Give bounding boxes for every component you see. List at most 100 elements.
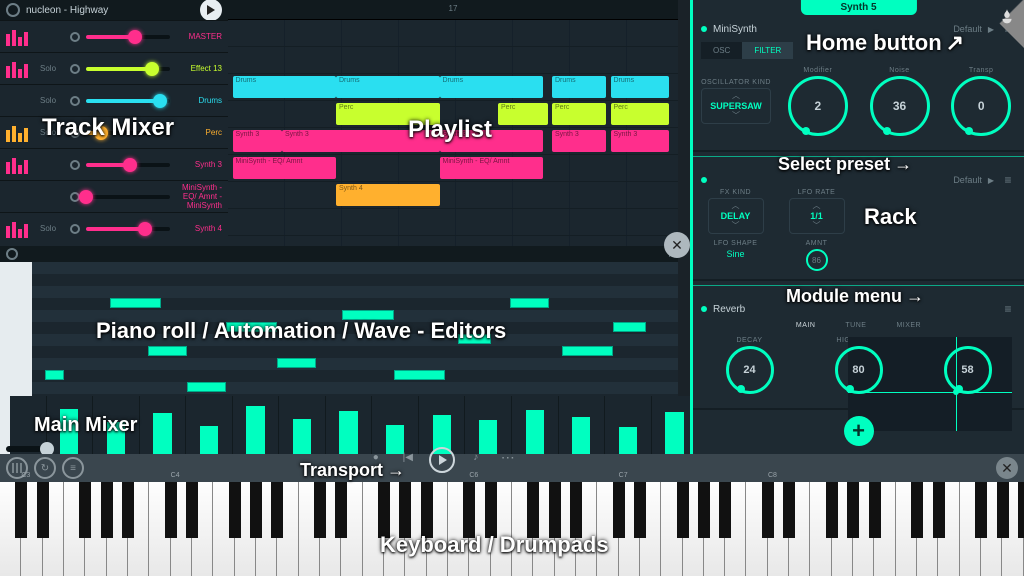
black-key[interactable]: [314, 482, 326, 538]
playlist-lane[interactable]: [228, 209, 678, 236]
midi-note[interactable]: [277, 358, 316, 368]
black-key[interactable]: [79, 482, 91, 538]
mixer-channel[interactable]: [326, 396, 373, 454]
volume-slider[interactable]: [86, 227, 170, 231]
black-key[interactable]: [634, 482, 646, 538]
midi-note[interactable]: [45, 370, 64, 380]
black-key[interactable]: [911, 482, 923, 538]
black-key[interactable]: [37, 482, 49, 538]
playlist-panel[interactable]: 17 DrumsDrumsDrumsDrumsDrumsPercPercPerc…: [228, 0, 678, 246]
black-key[interactable]: [485, 482, 497, 538]
black-key[interactable]: [378, 482, 390, 538]
midi-note[interactable]: [562, 346, 614, 356]
mixer-channel[interactable]: [465, 396, 512, 454]
black-key[interactable]: [527, 482, 539, 538]
black-key[interactable]: [570, 482, 582, 538]
chevron-down-icon[interactable]: ﹀: [813, 223, 821, 229]
playlist-lane[interactable]: [228, 182, 678, 209]
solo-button[interactable]: Solo: [40, 64, 64, 73]
playlist-clip[interactable]: Perc: [498, 103, 548, 125]
tab-filter[interactable]: FILTER: [742, 42, 793, 59]
playlist-lane[interactable]: [228, 20, 678, 47]
playlist-clip[interactable]: Drums: [233, 76, 337, 98]
transp-knob[interactable]: 0: [951, 76, 1011, 136]
midi-note[interactable]: [342, 310, 394, 320]
black-key[interactable]: [101, 482, 113, 538]
black-key[interactable]: [1018, 482, 1024, 538]
playlist-ruler[interactable]: 17: [228, 0, 678, 20]
add-module-button[interactable]: +: [844, 416, 874, 446]
rewind-button[interactable]: |◀: [397, 447, 419, 469]
playlist-clip[interactable]: Synth 3: [233, 130, 283, 152]
keyboard-panel[interactable]: C3C4C5C6C7C8: [0, 482, 1024, 576]
mixer-channel[interactable]: [279, 396, 326, 454]
black-key[interactable]: [271, 482, 283, 538]
menu-icon[interactable]: ≡: [1000, 173, 1016, 187]
black-key[interactable]: [122, 482, 134, 538]
chevron-right-icon[interactable]: ▶: [988, 176, 994, 185]
track-row[interactable]: SoloDrums: [0, 84, 228, 116]
midi-note[interactable]: [187, 382, 226, 392]
playlist-clip[interactable]: Drums: [552, 76, 606, 98]
pan-knob[interactable]: [70, 224, 80, 234]
mixer-channel[interactable]: [233, 396, 280, 454]
track-row[interactable]: SoloSynth 4: [0, 212, 228, 244]
playlist-clip[interactable]: Synth 3: [440, 130, 544, 152]
loop-icon[interactable]: ↻: [34, 457, 56, 479]
playlist-clip[interactable]: Synth 3: [552, 130, 606, 152]
midi-note[interactable]: [394, 370, 446, 380]
decay-knob[interactable]: 24: [726, 346, 774, 394]
mixer-channel[interactable]: [372, 396, 419, 454]
mixer-channel[interactable]: [186, 396, 233, 454]
black-key[interactable]: [250, 482, 262, 538]
mixer-channel[interactable]: [0, 396, 47, 454]
black-key[interactable]: [165, 482, 177, 538]
solo-button[interactable]: Solo: [40, 224, 64, 233]
noise-knob[interactable]: 36: [870, 76, 930, 136]
rack-tab[interactable]: Synth 5: [800, 0, 916, 15]
more-button[interactable]: ⋯: [497, 447, 519, 469]
track-row[interactable]: MiniSynth - EQ/ Amnt - MiniSynth: [0, 180, 228, 212]
black-key[interactable]: [933, 482, 945, 538]
black-key[interactable]: [549, 482, 561, 538]
pan-knob[interactable]: [70, 32, 80, 42]
black-key[interactable]: [186, 482, 198, 538]
black-key[interactable]: [613, 482, 625, 538]
volume-slider[interactable]: [86, 35, 170, 39]
black-key[interactable]: [997, 482, 1009, 538]
mixer-channel[interactable]: [419, 396, 466, 454]
scroll-handle[interactable]: [6, 446, 50, 452]
black-key[interactable]: [698, 482, 710, 538]
playlist-body[interactable]: DrumsDrumsDrumsDrumsDrumsPercPercPercPer…: [228, 20, 678, 246]
midi-note[interactable]: [110, 298, 162, 308]
playlist-clip[interactable]: MiniSynth - EQ/ Amnt: [233, 157, 337, 179]
black-key[interactable]: [975, 482, 987, 538]
black-key[interactable]: [399, 482, 411, 538]
tab-mixer[interactable]: MIXER: [896, 322, 921, 329]
pan-knob[interactable]: [70, 160, 80, 170]
piano-roll-body[interactable]: [32, 262, 678, 396]
modifier-knob[interactable]: 2: [788, 76, 848, 136]
play-button[interactable]: [200, 0, 222, 21]
black-key[interactable]: [335, 482, 347, 538]
volume-slider[interactable]: [86, 163, 170, 167]
mixer-channel[interactable]: [512, 396, 559, 454]
chevron-up-icon[interactable]: ︿: [813, 203, 821, 209]
mixer-channel[interactable]: [605, 396, 652, 454]
playlist-clip[interactable]: MiniSynth - EQ/ Amnt: [440, 157, 544, 179]
track-row[interactable]: MASTER: [0, 20, 228, 52]
playlist-clip[interactable]: Drums: [611, 76, 670, 98]
highdamp-knob[interactable]: 80: [835, 346, 883, 394]
track-row[interactable]: SoloPerc: [0, 116, 228, 148]
lfo-rate-selector[interactable]: ︿ 1/1 ﹀: [789, 198, 845, 234]
playlist-lane[interactable]: [228, 47, 678, 74]
midi-note[interactable]: [226, 322, 278, 332]
fx-kind-selector[interactable]: ︿ DELAY ﹀: [708, 198, 764, 234]
volume-slider[interactable]: [86, 99, 170, 103]
playlist-clip[interactable]: Synth 3: [611, 130, 670, 152]
chevron-up-icon[interactable]: ︿: [732, 203, 740, 209]
pan-knob[interactable]: [70, 64, 80, 74]
black-key[interactable]: [15, 482, 27, 538]
playlist-clip[interactable]: Drums: [336, 76, 440, 98]
black-key[interactable]: [762, 482, 774, 538]
